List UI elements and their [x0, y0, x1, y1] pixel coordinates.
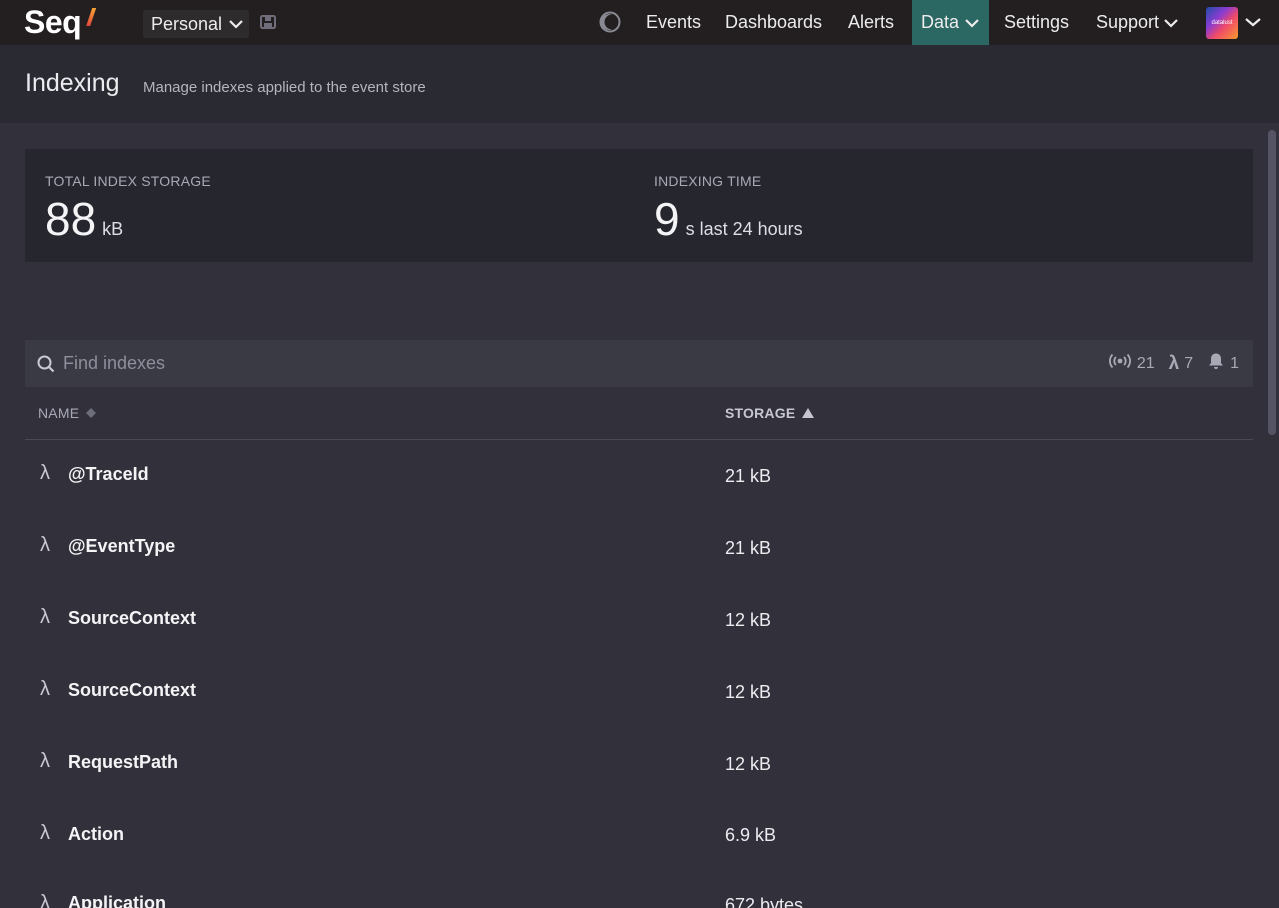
page-title: Indexing — [25, 69, 120, 97]
avatar[interactable]: datalust — [1206, 7, 1238, 39]
chevron-down-icon — [1164, 18, 1178, 28]
lambda-icon: λ — [40, 534, 50, 556]
nav-settings[interactable]: Settings — [1004, 0, 1069, 45]
index-name: @TraceId — [68, 464, 149, 484]
stat-number: 88 — [45, 193, 97, 245]
table-row[interactable]: λ Action 6.9 kB — [25, 800, 1253, 872]
index-name: SourceContext — [68, 608, 197, 628]
index-name: @EventType — [68, 536, 176, 556]
expression-count[interactable]: λ 7 — [1169, 353, 1193, 375]
table-header: NAME STORAGE — [25, 392, 1253, 440]
stats-panel: TOTAL INDEX STORAGE 88 kB INDEXING TIME 9… — [25, 149, 1253, 262]
workspace-icon[interactable] — [260, 15, 276, 29]
index-storage: 12 kB — [725, 682, 772, 702]
nav-dashboards[interactable]: Dashboards — [725, 0, 822, 45]
nav-alerts[interactable]: Alerts — [848, 0, 894, 45]
stat-value: 9s last 24 hours — [654, 193, 803, 255]
column-header-name[interactable]: NAME — [38, 405, 97, 421]
index-storage: 21 kB — [725, 466, 772, 486]
index-storage: 12 kB — [725, 754, 772, 774]
signal-count[interactable]: 21 — [1108, 353, 1155, 374]
table-row[interactable]: λ SourceContext 12 kB — [25, 584, 1253, 656]
top-navbar: Seq Personal Events Dashboards Alerts Da… — [0, 0, 1279, 45]
chevron-down-icon — [229, 19, 243, 29]
nav-events-label: Events — [646, 12, 702, 32]
alert-count-value: 1 — [1230, 354, 1239, 372]
search-bar: 21 λ 7 1 — [25, 340, 1253, 387]
index-name: SourceContext — [68, 680, 197, 700]
scrollbar[interactable] — [1268, 130, 1276, 435]
alert-count[interactable]: 1 — [1207, 352, 1239, 375]
chevron-down-icon — [965, 18, 979, 28]
column-header-storage[interactable]: STORAGE — [725, 405, 815, 421]
table-row[interactable]: λ SourceContext 12 kB — [25, 656, 1253, 728]
page-subtitle: Manage indexes applied to the event stor… — [143, 79, 426, 96]
lambda-icon: λ — [40, 892, 50, 908]
lambda-icon: λ — [40, 750, 50, 772]
lambda-icon: λ — [40, 462, 50, 484]
stat-value: 88 kB — [45, 193, 123, 255]
table-row[interactable]: λ Application 672 bytes — [25, 872, 1253, 908]
nav-support-label: Support — [1096, 12, 1160, 32]
stat-unit: s last 24 hours — [685, 219, 803, 239]
sort-up-icon — [802, 405, 815, 421]
index-storage: 6.9 kB — [725, 825, 777, 845]
nav-dashboards-label: Dashboards — [725, 12, 823, 32]
stat-label: INDEXING TIME — [654, 173, 762, 189]
index-storage: 21 kB — [725, 538, 772, 558]
stat-label: TOTAL INDEX STORAGE — [45, 173, 211, 189]
nav-data-label: Data — [921, 12, 960, 32]
stat-unit: kB — [102, 219, 124, 239]
index-counters: 21 λ 7 1 — [1094, 340, 1239, 387]
nav-data[interactable]: Data — [912, 0, 989, 45]
logo-text: Seq — [24, 4, 82, 40]
nav-events[interactable]: Events — [646, 0, 701, 45]
search-input[interactable] — [63, 340, 763, 387]
seq-logo-icon — [86, 8, 97, 26]
lambda-icon: λ — [1168, 352, 1180, 374]
sort-diamond-icon — [86, 405, 97, 421]
index-name: Action — [68, 824, 124, 844]
index-name: Application — [68, 893, 166, 908]
workspace-selector[interactable]: Personal — [143, 10, 250, 38]
signal-icon — [1108, 353, 1137, 374]
nav-support[interactable]: Support — [1096, 0, 1178, 45]
table-row[interactable]: λ @EventType 21 kB — [25, 512, 1253, 584]
lambda-icon: λ — [40, 678, 50, 700]
stat-number: 9 — [654, 193, 680, 245]
lambda-icon: λ — [40, 822, 50, 844]
column-name-label: NAME — [38, 405, 80, 421]
expression-count-value: 7 — [1184, 354, 1194, 372]
seq-logo[interactable]: Seq — [24, 4, 97, 40]
index-storage: 12 kB — [725, 610, 772, 630]
workspace-label: Personal — [151, 13, 223, 34]
lambda-icon: λ — [40, 606, 50, 628]
bell-icon — [1207, 352, 1230, 375]
nav-alerts-label: Alerts — [848, 12, 895, 32]
index-name: RequestPath — [68, 752, 179, 772]
signal-count-value: 21 — [1136, 354, 1155, 372]
avatar-text: datalust — [1211, 20, 1233, 26]
search-icon — [37, 355, 55, 373]
chevron-down-icon[interactable] — [1245, 14, 1261, 32]
page-header: Indexing Manage indexes applied to the e… — [0, 45, 1279, 123]
table-row[interactable]: λ RequestPath 12 kB — [25, 728, 1253, 800]
nav-settings-label: Settings — [1004, 12, 1070, 32]
moon-icon[interactable] — [599, 11, 621, 33]
column-storage-label: STORAGE — [725, 405, 796, 421]
index-storage: 672 bytes — [725, 895, 804, 908]
table-row[interactable]: λ @TraceId 21 kB — [25, 440, 1253, 512]
